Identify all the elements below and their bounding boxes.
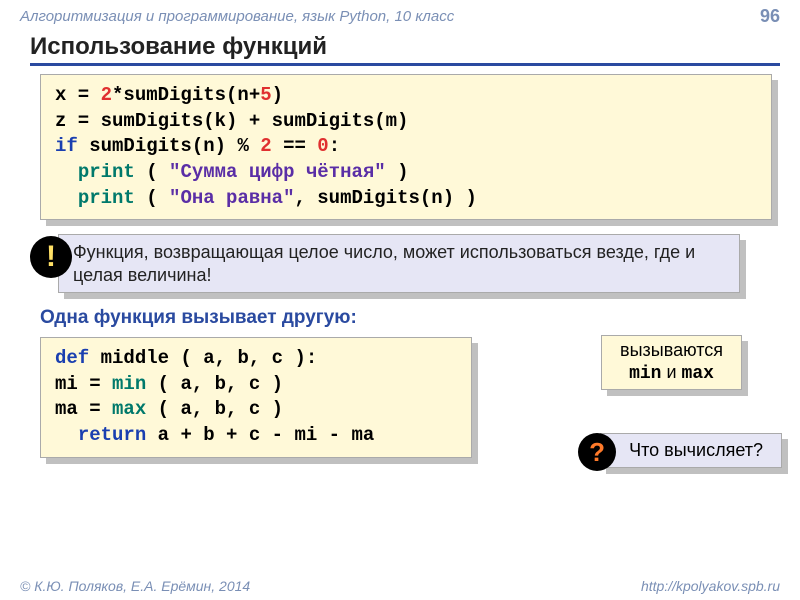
question-callout: ? Что вычисляет? [600, 433, 782, 468]
question-text: Что вычисляет? [600, 433, 782, 468]
slide-footer: © К.Ю. Поляков, Е.А. Ерёмин, 2014 http:/… [20, 578, 780, 594]
course-name: Алгоритмизация и программирование, язык … [20, 8, 454, 25]
code-block-1: x = 2*sumDigits(n+5) z = sumDigits(k) + … [40, 74, 772, 220]
note-callout: ! Функция, возвращающая целое число, мож… [58, 234, 740, 293]
footer-url: http://kpolyakov.spb.ru [641, 578, 780, 594]
exclamation-icon: ! [30, 236, 72, 278]
slide-header: Алгоритмизация и программирование, язык … [0, 0, 800, 29]
subheading: Одна функция вызывает другую: [40, 307, 780, 329]
slide-title: Использование функций [30, 33, 780, 66]
note-text: Функция, возвращающая целое число, может… [58, 234, 740, 293]
page-number: 96 [760, 6, 780, 27]
callout-minmax: вызываются min и max [601, 335, 742, 390]
copyright: © К.Ю. Поляков, Е.А. Ерёмин, 2014 [20, 578, 250, 594]
code-block-2: def middle ( a, b, c ): mi = min ( a, b,… [40, 337, 472, 458]
